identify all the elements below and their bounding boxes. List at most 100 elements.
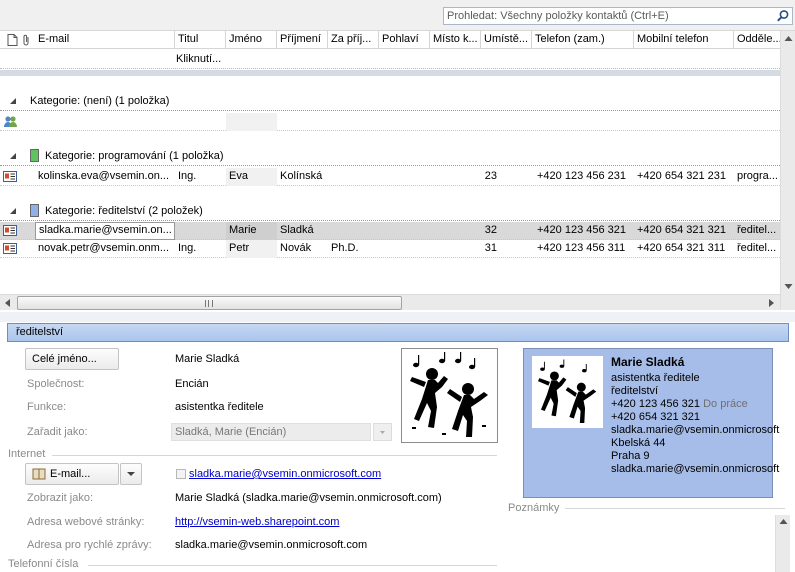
email-value[interactable]: sladka.marie@vsemin.onmicrosoft.com <box>189 468 381 480</box>
web-address-link[interactable]: http://vsemin-web.sharepoint.com <box>175 516 339 528</box>
email-cell-editing[interactable]: sladka.marie@vsemin.on... <box>35 222 175 240</box>
scroll-up-arrow-icon[interactable] <box>781 31 795 47</box>
notes-label: Poznámky <box>508 502 560 514</box>
table-row[interactable]: novak.petr@vsemin.onm... Ing. Petr Novák… <box>0 240 780 258</box>
contact-card-icon <box>3 225 17 236</box>
scroll-up-arrow-icon[interactable] <box>776 515 791 529</box>
table-row[interactable]: kolinska.eva@vsemin.on... Ing. Eva Kolín… <box>0 168 780 186</box>
display-as-value: Marie Sladká (sladka.marie@vsemin.onmicr… <box>175 492 442 504</box>
mobile-phone-cell: +420 654 321 321 <box>637 224 727 236</box>
card-name: Marie Sladká <box>611 355 685 369</box>
function-value: asistentka ředitele <box>175 401 264 413</box>
search-input[interactable] <box>444 8 774 24</box>
email-checkbox[interactable] <box>176 469 186 479</box>
search-icon[interactable] <box>776 9 790 23</box>
card-mobile-phone: +420 654 321 321 <box>611 411 701 423</box>
scroll-down-arrow-icon[interactable] <box>781 278 795 294</box>
department-cell: ředitel... <box>737 224 777 236</box>
company-label: Společnost: <box>27 378 85 390</box>
location-cell: 23 <box>484 170 497 182</box>
file-as-label: Zařadit jako: <box>27 426 88 438</box>
group-header-none[interactable]: Kategorie: (není) (1 položka) <box>0 93 780 111</box>
scroll-left-arrow-icon[interactable] <box>0 295 16 311</box>
business-phone-cell: +420 123 456 311 <box>537 242 626 254</box>
company-value: Encián <box>175 378 209 390</box>
notes-section-line <box>565 508 785 509</box>
mobile-phone-cell: +420 654 321 311 <box>637 242 726 254</box>
distribution-list-icon <box>4 116 17 127</box>
column-headers: E-mail Titul Jméno Příjmení Za příj... P… <box>0 31 795 49</box>
internet-section-title: Internet <box>8 448 46 460</box>
first-name-cell: Marie <box>226 222 277 240</box>
column-header-email[interactable]: E-mail <box>35 31 175 49</box>
item-type-icon[interactable] <box>7 34 18 46</box>
new-item-row[interactable]: Kliknutí... <box>0 49 780 69</box>
expand-triangle-icon[interactable] <box>10 208 17 215</box>
scroll-right-arrow-icon[interactable] <box>763 295 779 311</box>
file-as-combo[interactable]: Sladká, Marie (Encián) <box>171 423 392 441</box>
file-as-value[interactable]: Sladká, Marie (Encián) <box>171 423 371 441</box>
email-dropdown-button[interactable] <box>120 463 142 485</box>
full-name-value: Marie Sladká <box>175 353 240 365</box>
file-as-dropdown[interactable] <box>373 423 392 441</box>
card-email: sladka.marie@vsemin.onmicrosoft <box>611 424 780 436</box>
column-header-place[interactable]: Místo k... <box>430 31 481 49</box>
notes-scrollbar[interactable] <box>775 515 790 572</box>
business-phone-cell: +420 123 456 321 <box>537 224 627 236</box>
display-as-label: Zobrazit jako: <box>27 492 94 504</box>
business-card[interactable]: Marie Sladká asistentka ředitele ředitel… <box>523 348 779 498</box>
group-label: Kategorie: (není) (1 položka) <box>30 95 170 107</box>
table-row-empty-contact[interactable] <box>0 113 780 131</box>
new-item-hint[interactable]: Kliknutí... <box>176 53 221 65</box>
column-header-suffix[interactable]: Za příj... <box>328 31 379 49</box>
dancing-people-image <box>410 352 488 437</box>
email-cell: novak.petr@vsemin.onm... <box>38 242 169 254</box>
title-cell: Ing. <box>178 242 197 254</box>
contact-photo[interactable] <box>401 348 498 443</box>
group-label: Kategorie: ředitelství (2 položek) <box>45 205 203 217</box>
card-city: Praha 9 <box>611 450 650 462</box>
im-address-label: Adresa pro rychlé zprávy: <box>27 539 152 551</box>
card-work-phone: +420 123 456 321 Do práce <box>611 398 748 410</box>
first-name-cell <box>226 113 277 131</box>
pane-divider[interactable] <box>0 312 795 322</box>
horizontal-scroll-thumb[interactable] <box>17 296 402 310</box>
category-color-green-icon <box>30 149 39 162</box>
web-address-label: Adresa webové stránky: <box>27 516 145 528</box>
card-function: asistentka ředitele <box>611 372 700 384</box>
email-button[interactable]: E-mail... <box>25 463 119 485</box>
internet-section-line <box>52 455 497 456</box>
suffix-cell <box>328 168 379 186</box>
column-header-location[interactable]: Umístě... <box>481 31 532 49</box>
chevron-down-icon <box>127 472 135 476</box>
dancing-people-image <box>537 359 597 424</box>
group-header-programovani[interactable]: Kategorie: programování (1 položka) <box>0 148 780 166</box>
department-cell: progra... <box>737 170 778 182</box>
title-cell <box>175 222 226 240</box>
phones-section-line <box>88 565 497 566</box>
search-box[interactable] <box>443 7 793 25</box>
column-header-title[interactable]: Titul <box>175 31 226 49</box>
group-header-reditelstvi[interactable]: Kategorie: ředitelství (2 položek) <box>0 203 780 221</box>
expand-triangle-icon[interactable] <box>10 98 17 105</box>
column-header-first-name[interactable]: Jméno <box>226 31 277 49</box>
last-name-cell: Novák <box>280 242 312 254</box>
expand-triangle-icon[interactable] <box>10 153 17 160</box>
column-header-gender[interactable]: Pohlaví <box>379 31 430 49</box>
column-header-mobile-phone[interactable]: Mobilní telefon <box>634 31 734 49</box>
address-book-icon <box>32 468 46 480</box>
location-cell: 32 <box>484 224 497 236</box>
vertical-scrollbar[interactable] <box>780 31 795 310</box>
suffix-cell <box>328 222 379 240</box>
business-phone-cell: +420 123 456 231 <box>537 170 627 182</box>
full-name-button[interactable]: Celé jméno... <box>25 348 119 370</box>
horizontal-scrollbar[interactable] <box>0 294 780 310</box>
column-header-department[interactable]: Odděle... <box>734 31 780 49</box>
card-work-phone-label: Do práce <box>703 398 748 410</box>
email-cell: kolinska.eva@vsemin.on... <box>38 170 170 182</box>
contact-card-icon <box>3 171 17 182</box>
table-row-selected[interactable]: sladka.marie@vsemin.on... Marie Sladká 3… <box>0 222 780 240</box>
column-header-business-phone[interactable]: Telefon (zam.) <box>532 31 634 49</box>
column-header-last-name[interactable]: Příjmení <box>277 31 328 49</box>
attachment-icon[interactable] <box>21 34 32 46</box>
